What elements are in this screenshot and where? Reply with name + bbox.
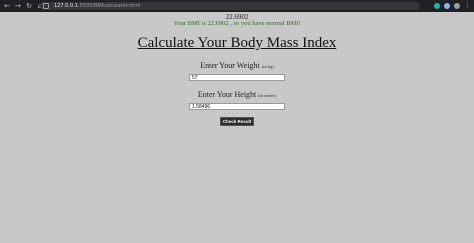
url-text[interactable]: 127.0.0.1:5500/BMIcalculator.html	[54, 3, 140, 9]
reload-icon[interactable]: ↻	[25, 2, 33, 10]
url-host: 127.0.0.1	[54, 3, 78, 9]
menu-icon[interactable]: ⋮	[464, 1, 471, 9]
height-label-text: Enter Your Height	[197, 90, 257, 99]
check-result-button[interactable]: Check Result	[220, 117, 254, 126]
bmi-result-message: Your BMI is 22.6902 , so you have normal…	[173, 20, 301, 27]
address-bar[interactable]: 127.0.0.1:5500/BMIcalculator.html	[40, 2, 420, 10]
back-icon[interactable]: ←	[3, 2, 11, 10]
site-info-icon[interactable]	[43, 3, 49, 9]
height-input[interactable]	[189, 103, 285, 110]
page-title: Calculate Your Body Mass Index	[137, 35, 337, 51]
weight-label: Enter Your Weight (in kg)	[0, 61, 474, 70]
url-path: :5500/BMIcalculator.html	[77, 3, 141, 9]
height-label: Enter Your Height (in meter)	[0, 90, 474, 99]
extension-icon[interactable]	[444, 3, 450, 9]
forward-icon[interactable]: →	[14, 2, 22, 10]
height-unit: (in meter)	[258, 93, 277, 98]
profile-icon[interactable]	[454, 3, 460, 9]
weight-input[interactable]	[189, 74, 285, 81]
weight-label-text: Enter Your Weight	[200, 61, 260, 70]
weight-unit: (in kg)	[261, 64, 274, 69]
browser-toolbar: ← → ↻ ⌂ 127.0.0.1:5500/BMIcalculator.htm…	[0, 0, 474, 12]
extension-icon[interactable]	[434, 3, 440, 9]
